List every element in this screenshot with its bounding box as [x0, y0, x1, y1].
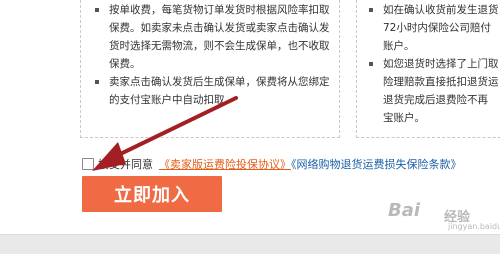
bullet-line: 如在确认收货前发生退货 — [383, 4, 499, 16]
bullet-line: 保费。如卖家未点击确认发货或卖家点击确认发 — [109, 22, 330, 34]
bullet-item: 按单收费，每笔货物订单发货时根据风险率扣取 保费。如卖家未点击确认发货或卖家点击… — [95, 1, 335, 73]
watermark-main: Bai — [388, 200, 421, 221]
agree-label: 接受并同意 — [98, 158, 153, 171]
bullet-line: 卖家点击确认发货后生成保单，保费将从您绑定 — [109, 76, 330, 88]
seller-insurance-agreement-link[interactable]: 《卖家版运费险投保协议》 — [159, 158, 291, 171]
bullet-line: 的支付宝账户中自动扣取。 — [109, 94, 235, 106]
return-shipping-insurance-terms-link[interactable]: 《网络购物退货运费损失保险条款》 — [291, 158, 462, 171]
agreement-row: 接受并同意 《卖家版运费险投保协议》《网络购物退货运费损失保险条款》 — [82, 157, 500, 173]
left-info-panel: 按单收费，每笔货物订单发货时根据风险率扣取 保费。如卖家未点击确认发货或卖家点击… — [80, 0, 340, 138]
bullet-item: 如您退货时选择了上门取 险理赔款直接抵扣退货运 退货完成后退费险不再 宝账户。 — [369, 55, 500, 127]
right-bullet-list: 如在确认收货前发生退货 72小时内保险公司赔付 账户。 如您退货时选择了上门取 … — [369, 1, 500, 127]
bullet-item: 如在确认收货前发生退货 72小时内保险公司赔付 账户。 — [369, 1, 500, 55]
bullet-line: 按单收费，每笔货物订单发货时根据风险率扣取 — [109, 4, 330, 16]
bullet-line: 账户。 — [383, 40, 415, 52]
bullet-line: 如您退货时选择了上门取 — [383, 58, 499, 70]
bullet-line: 72小时内保险公司赔付 — [383, 22, 491, 34]
baidu-watermark-logo: Bai 经验 jingyan.baidu.com — [388, 200, 500, 236]
left-bullet-list: 按单收费，每笔货物订单发货时根据风险率扣取 保费。如卖家未点击确认发货或卖家点击… — [95, 1, 335, 109]
join-now-button[interactable]: 立即加入 — [82, 176, 222, 212]
agree-checkbox[interactable] — [82, 158, 94, 170]
bullet-line: 宝账户。 — [383, 112, 425, 124]
footer-band — [0, 234, 500, 254]
watermark-url: jingyan.baidu.com — [448, 222, 500, 231]
right-info-panel: 如在确认收货前发生退货 72小时内保险公司赔付 账户。 如您退货时选择了上门取 … — [356, 0, 500, 138]
bullet-item: 卖家点击确认发货后生成保单，保费将从您绑定 的支付宝账户中自动扣取。 — [95, 73, 335, 109]
bullet-line: 险理赔款直接抵扣退货运 — [383, 76, 499, 88]
bullet-line: 退货完成后退费险不再 — [383, 94, 488, 106]
bullet-line: 保费。 — [109, 58, 141, 70]
bullet-line: 货时选择无需物流，则不会生成保单，也不收取 — [109, 40, 330, 52]
